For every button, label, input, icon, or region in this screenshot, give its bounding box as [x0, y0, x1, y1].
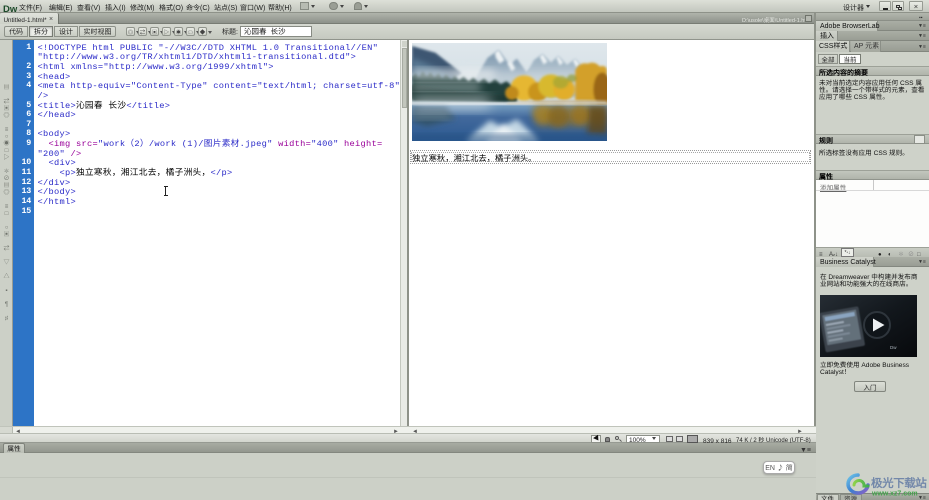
- svg-text:www.xz7.com: www.xz7.com: [871, 491, 918, 498]
- svg-text:Dw: Dw: [890, 345, 897, 350]
- svg-text:极光下载站: 极光下载站: [871, 475, 927, 491]
